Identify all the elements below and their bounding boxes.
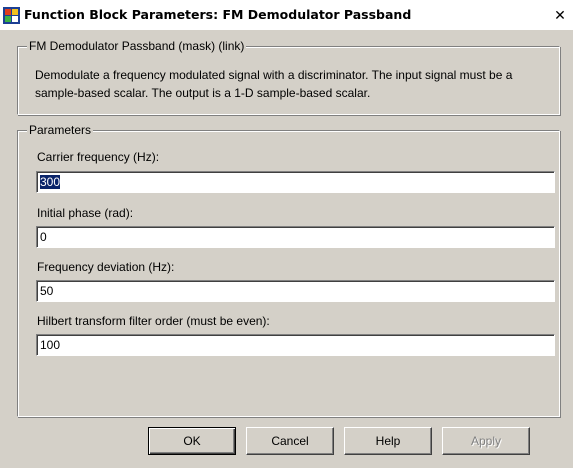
filter-order-input[interactable]: 100 (36, 334, 555, 356)
carrier-frequency-input[interactable]: 300 (36, 171, 555, 193)
dialog-window: Function Block Parameters: FM Demodulato… (0, 0, 573, 468)
carrier-frequency-value: 300 (40, 175, 61, 189)
parameters-group-legend: Parameters (27, 123, 94, 137)
simulink-block-icon (3, 7, 20, 24)
frequency-deviation-value: 50 (40, 284, 54, 298)
initial-phase-input[interactable]: 0 (36, 226, 555, 248)
apply-button[interactable]: Apply (442, 427, 530, 455)
initial-phase-label: Initial phase (rad): (37, 206, 134, 220)
ok-button[interactable]: OK (148, 427, 236, 455)
carrier-frequency-label: Carrier frequency (Hz): (37, 150, 160, 164)
close-icon[interactable]: ✕ (551, 7, 569, 25)
mask-description: Demodulate a frequency modulated signal … (35, 68, 513, 100)
window-title: Function Block Parameters: FM Demodulato… (24, 7, 412, 22)
frequency-deviation-label: Frequency deviation (Hz): (37, 260, 175, 274)
cancel-button[interactable]: Cancel (246, 427, 334, 455)
frequency-deviation-input[interactable]: 50 (36, 280, 555, 302)
initial-phase-value: 0 (40, 230, 47, 244)
title-bar[interactable]: Function Block Parameters: FM Demodulato… (0, 0, 573, 30)
help-button[interactable]: Help (344, 427, 432, 455)
mask-group-legend: FM Demodulator Passband (mask) (link) (27, 39, 247, 53)
filter-order-label: Hilbert transform filter order (must be … (37, 314, 270, 328)
filter-order-value: 100 (40, 338, 61, 352)
